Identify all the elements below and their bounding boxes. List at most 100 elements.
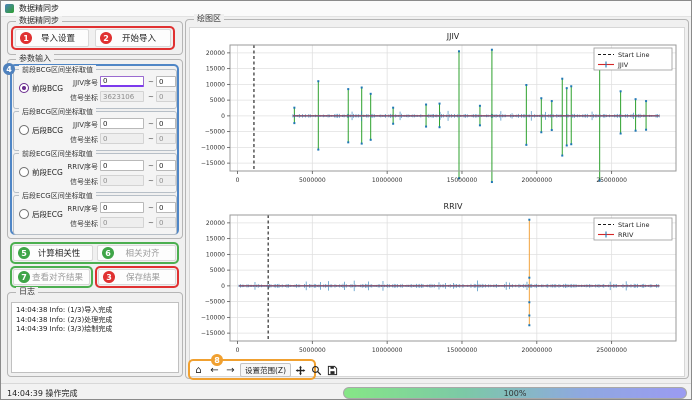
log-entry: 14:04:38 Info: (2/3)处理完成: [16, 316, 174, 326]
svg-text:JJIV: JJIV: [446, 32, 460, 41]
coord-to-input: [156, 175, 176, 186]
svg-text:0: 0: [221, 113, 225, 120]
svg-text:−10000: −10000: [201, 314, 225, 321]
index-to-input[interactable]: [156, 202, 176, 213]
index-to-input[interactable]: [156, 118, 176, 129]
coord-label: 信号坐标: [54, 135, 98, 145]
progress-label: 100%: [504, 389, 527, 398]
section-box-label: 后段BCG区间坐标取值: [19, 107, 96, 117]
index-from-input[interactable]: [100, 160, 144, 171]
radio-section-0[interactable]: [19, 83, 29, 93]
svg-text:−10000: −10000: [201, 144, 225, 151]
index-label: RRIV序号: [54, 162, 98, 172]
svg-text:15000000: 15000000: [447, 177, 478, 184]
app-window: 数据精同步 数据精同步 导入设置 开始导入 1 2 参数输入 4 前段BCG区间…: [0, 0, 692, 400]
sync-group-label: 数据精同步: [16, 16, 62, 26]
home-icon[interactable]: ⌂: [192, 363, 205, 377]
svg-text:15000: 15000: [206, 66, 225, 73]
set-range-button[interactable]: 设置范围(Z): [240, 363, 291, 377]
section-rear-bcg: 后段BCG区间坐标取值 后段BCG JJIV序号 ~ 信号坐标 ~: [13, 111, 177, 151]
coord-to-input: [156, 217, 176, 228]
index-label: RRIV序号: [54, 204, 98, 214]
svg-text:Start Line: Start Line: [618, 51, 650, 59]
svg-text:10000: 10000: [206, 251, 225, 258]
svg-text:5000000: 5000000: [299, 177, 326, 184]
svg-text:Start Line: Start Line: [618, 221, 650, 229]
range-tilde: ~: [148, 177, 154, 185]
svg-text:RRIV: RRIV: [444, 202, 463, 211]
plot-group-label: 绘图区: [194, 14, 224, 24]
coord-to-input: [156, 91, 176, 102]
log-entry: 14:04:38 Info: (1/3)导入完成: [16, 306, 174, 316]
figure-toolbar: ⌂ ← → 设置范围(Z): [192, 361, 339, 379]
range-tilde: ~: [148, 135, 154, 143]
svg-text:25000000: 25000000: [596, 347, 627, 354]
back-icon[interactable]: ←: [208, 363, 221, 377]
coord-to-input: [156, 133, 176, 144]
range-tilde: ~: [148, 120, 154, 128]
params-group-label: 参数输入: [16, 54, 54, 64]
svg-text:0: 0: [221, 283, 225, 290]
save-result-button[interactable]: 保存结果: [98, 269, 176, 285]
import-settings-button[interactable]: 导入设置: [15, 29, 89, 47]
index-from-input[interactable]: [100, 202, 144, 213]
correlation-align-button[interactable]: 相关对齐: [97, 245, 176, 261]
radio-section-3[interactable]: [19, 209, 29, 219]
range-tilde: ~: [148, 93, 154, 101]
svg-text:−15000: −15000: [201, 330, 225, 337]
section-rear-ecg: 后段ECG区间坐标取值 后段ECG RRIV序号 ~ 信号坐标 ~: [13, 195, 177, 235]
svg-text:5000000: 5000000: [299, 347, 326, 354]
svg-text:15000: 15000: [206, 236, 225, 243]
svg-text:10000000: 10000000: [372, 177, 403, 184]
title-bar[interactable]: 数据精同步: [1, 1, 691, 17]
section-box-label: 前段BCG区间坐标取值: [19, 65, 96, 75]
range-tilde: ~: [148, 162, 154, 170]
range-tilde: ~: [148, 204, 154, 212]
zoom-icon[interactable]: [310, 363, 323, 377]
range-tilde: ~: [148, 78, 154, 86]
index-to-input[interactable]: [156, 76, 176, 87]
svg-text:10000: 10000: [206, 81, 225, 88]
log-list[interactable]: 14:04:38 Info: (1/3)导入完成 14:04:38 Info: …: [11, 302, 179, 373]
svg-text:JJIV: JJIV: [617, 61, 629, 69]
coord-label: 信号坐标: [54, 177, 98, 187]
section-box-label: 后段ECG区间坐标取值: [19, 191, 96, 201]
coord-from-input: [100, 175, 144, 186]
rriv-chart[interactable]: 0500000010000000150000002000000025000000…: [190, 199, 684, 359]
svg-text:−15000: −15000: [201, 160, 225, 167]
svg-text:15000000: 15000000: [447, 347, 478, 354]
svg-text:5000: 5000: [210, 267, 225, 274]
pan-icon[interactable]: [294, 363, 307, 377]
coord-label: 信号坐标: [54, 93, 98, 103]
svg-text:RRIV: RRIV: [618, 231, 634, 239]
svg-text:−5000: −5000: [205, 299, 225, 306]
coord-from-input: [100, 133, 144, 144]
range-tilde: ~: [148, 219, 154, 227]
save-icon[interactable]: [326, 363, 339, 377]
section-front-bcg: 前段BCG区间坐标取值 前段BCG JJIV序号 ~ 信号坐标 ~: [13, 69, 177, 109]
index-label: JJIV序号: [54, 78, 98, 88]
jjiv-chart[interactable]: 0 5000000 10000000 15000000 20000000 25000000…: [190, 29, 684, 189]
radio-section-1[interactable]: [19, 125, 29, 135]
app-icon: [5, 4, 14, 13]
svg-text:5000: 5000: [210, 97, 225, 104]
start-import-button[interactable]: 开始导入: [95, 29, 171, 47]
forward-icon[interactable]: →: [224, 363, 237, 377]
view-result-button[interactable]: 查看对齐结果: [13, 269, 90, 285]
svg-text:20000000: 20000000: [522, 347, 553, 354]
svg-text:0: 0: [236, 347, 240, 354]
svg-text:20000000: 20000000: [522, 177, 553, 184]
index-from-input[interactable]: [100, 118, 144, 129]
section-front-ecg: 前段ECG区间坐标取值 前段ECG RRIV序号 ~ 信号坐标 ~: [13, 153, 177, 193]
index-from-input[interactable]: [100, 76, 144, 87]
svg-text:20000: 20000: [206, 50, 225, 57]
coord-from-input: [100, 217, 144, 228]
radio-section-2[interactable]: [19, 167, 29, 177]
svg-text:20000: 20000: [206, 220, 225, 227]
log-entry: 14:04:39 Info: (3/3)绘制完成: [16, 325, 174, 335]
svg-text:0: 0: [236, 177, 240, 184]
status-text: 14:04:39 操作完成: [7, 388, 77, 399]
svg-text:25000000: 25000000: [596, 177, 627, 184]
index-to-input[interactable]: [156, 160, 176, 171]
calc-correlation-button[interactable]: 计算相关性: [13, 245, 93, 261]
